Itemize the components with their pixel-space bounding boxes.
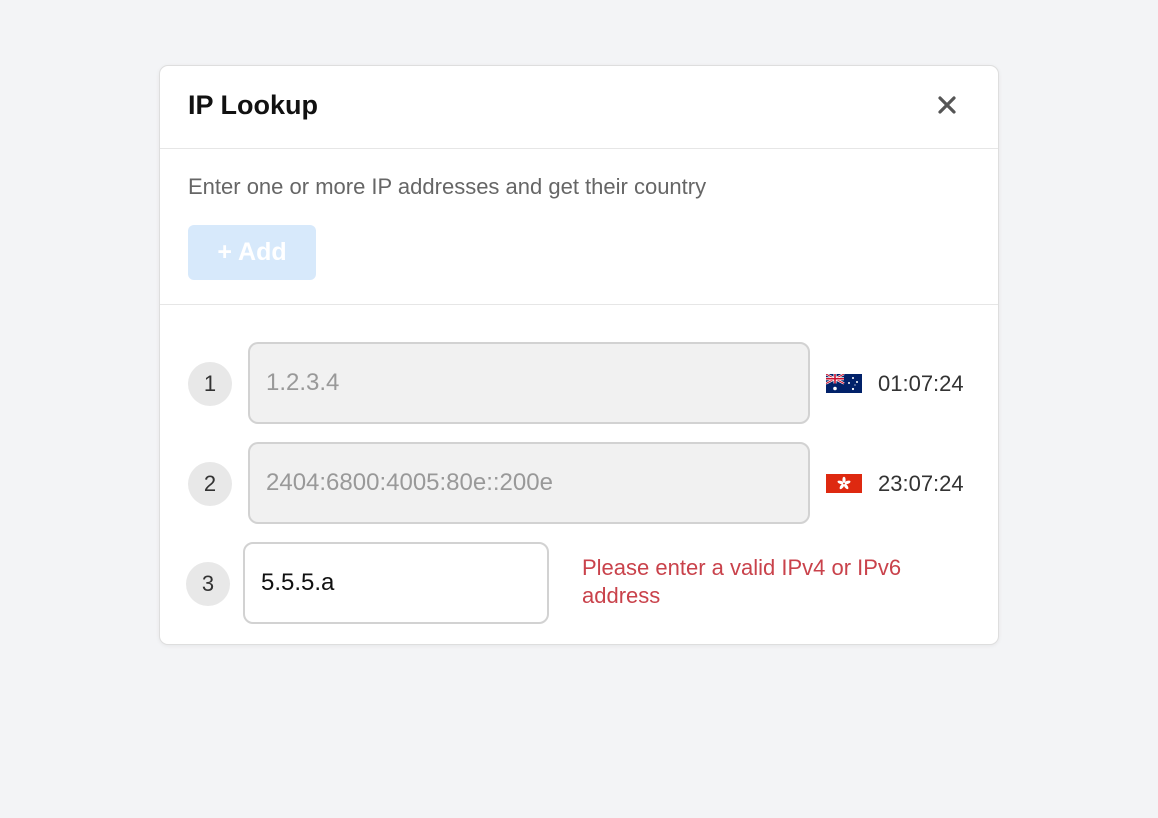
dialog-title: IP Lookup [188,90,319,120]
ip-lookup-dialog: IP Lookup Enter one or more IP addresses… [159,65,999,645]
close-icon [938,96,956,114]
australia-flag-icon [826,374,862,393]
row-index-badge: 1 [188,362,232,406]
description-text: Enter one or more IP addresses and get t… [188,174,707,199]
add-button[interactable]: + Add [188,225,316,280]
ip-row-1: 1 01 [188,342,970,426]
row-index-badge: 3 [186,562,230,606]
validation-error: Please enter a valid IPv4 or IPv6 addres… [582,555,902,608]
ip-rows: 1 01 [160,305,998,644]
intro-section: Enter one or more IP addresses and get t… [160,148,998,305]
local-time: 23:07:24 [878,471,964,496]
ip-row-3: 3 Please enter a valid IPv4 or IPv6 addr… [186,542,970,626]
ip-input-2[interactable] [248,442,810,524]
local-time: 01:07:24 [878,371,964,396]
close-button[interactable] [932,90,962,120]
ip-input-1[interactable] [248,342,810,424]
ip-row-2: 2 23:07:24 [188,442,970,526]
dialog-header: IP Lookup [160,66,998,149]
hong-kong-flag-icon [826,474,862,493]
ip-input-3[interactable] [243,542,549,624]
row-index-badge: 2 [188,462,232,506]
